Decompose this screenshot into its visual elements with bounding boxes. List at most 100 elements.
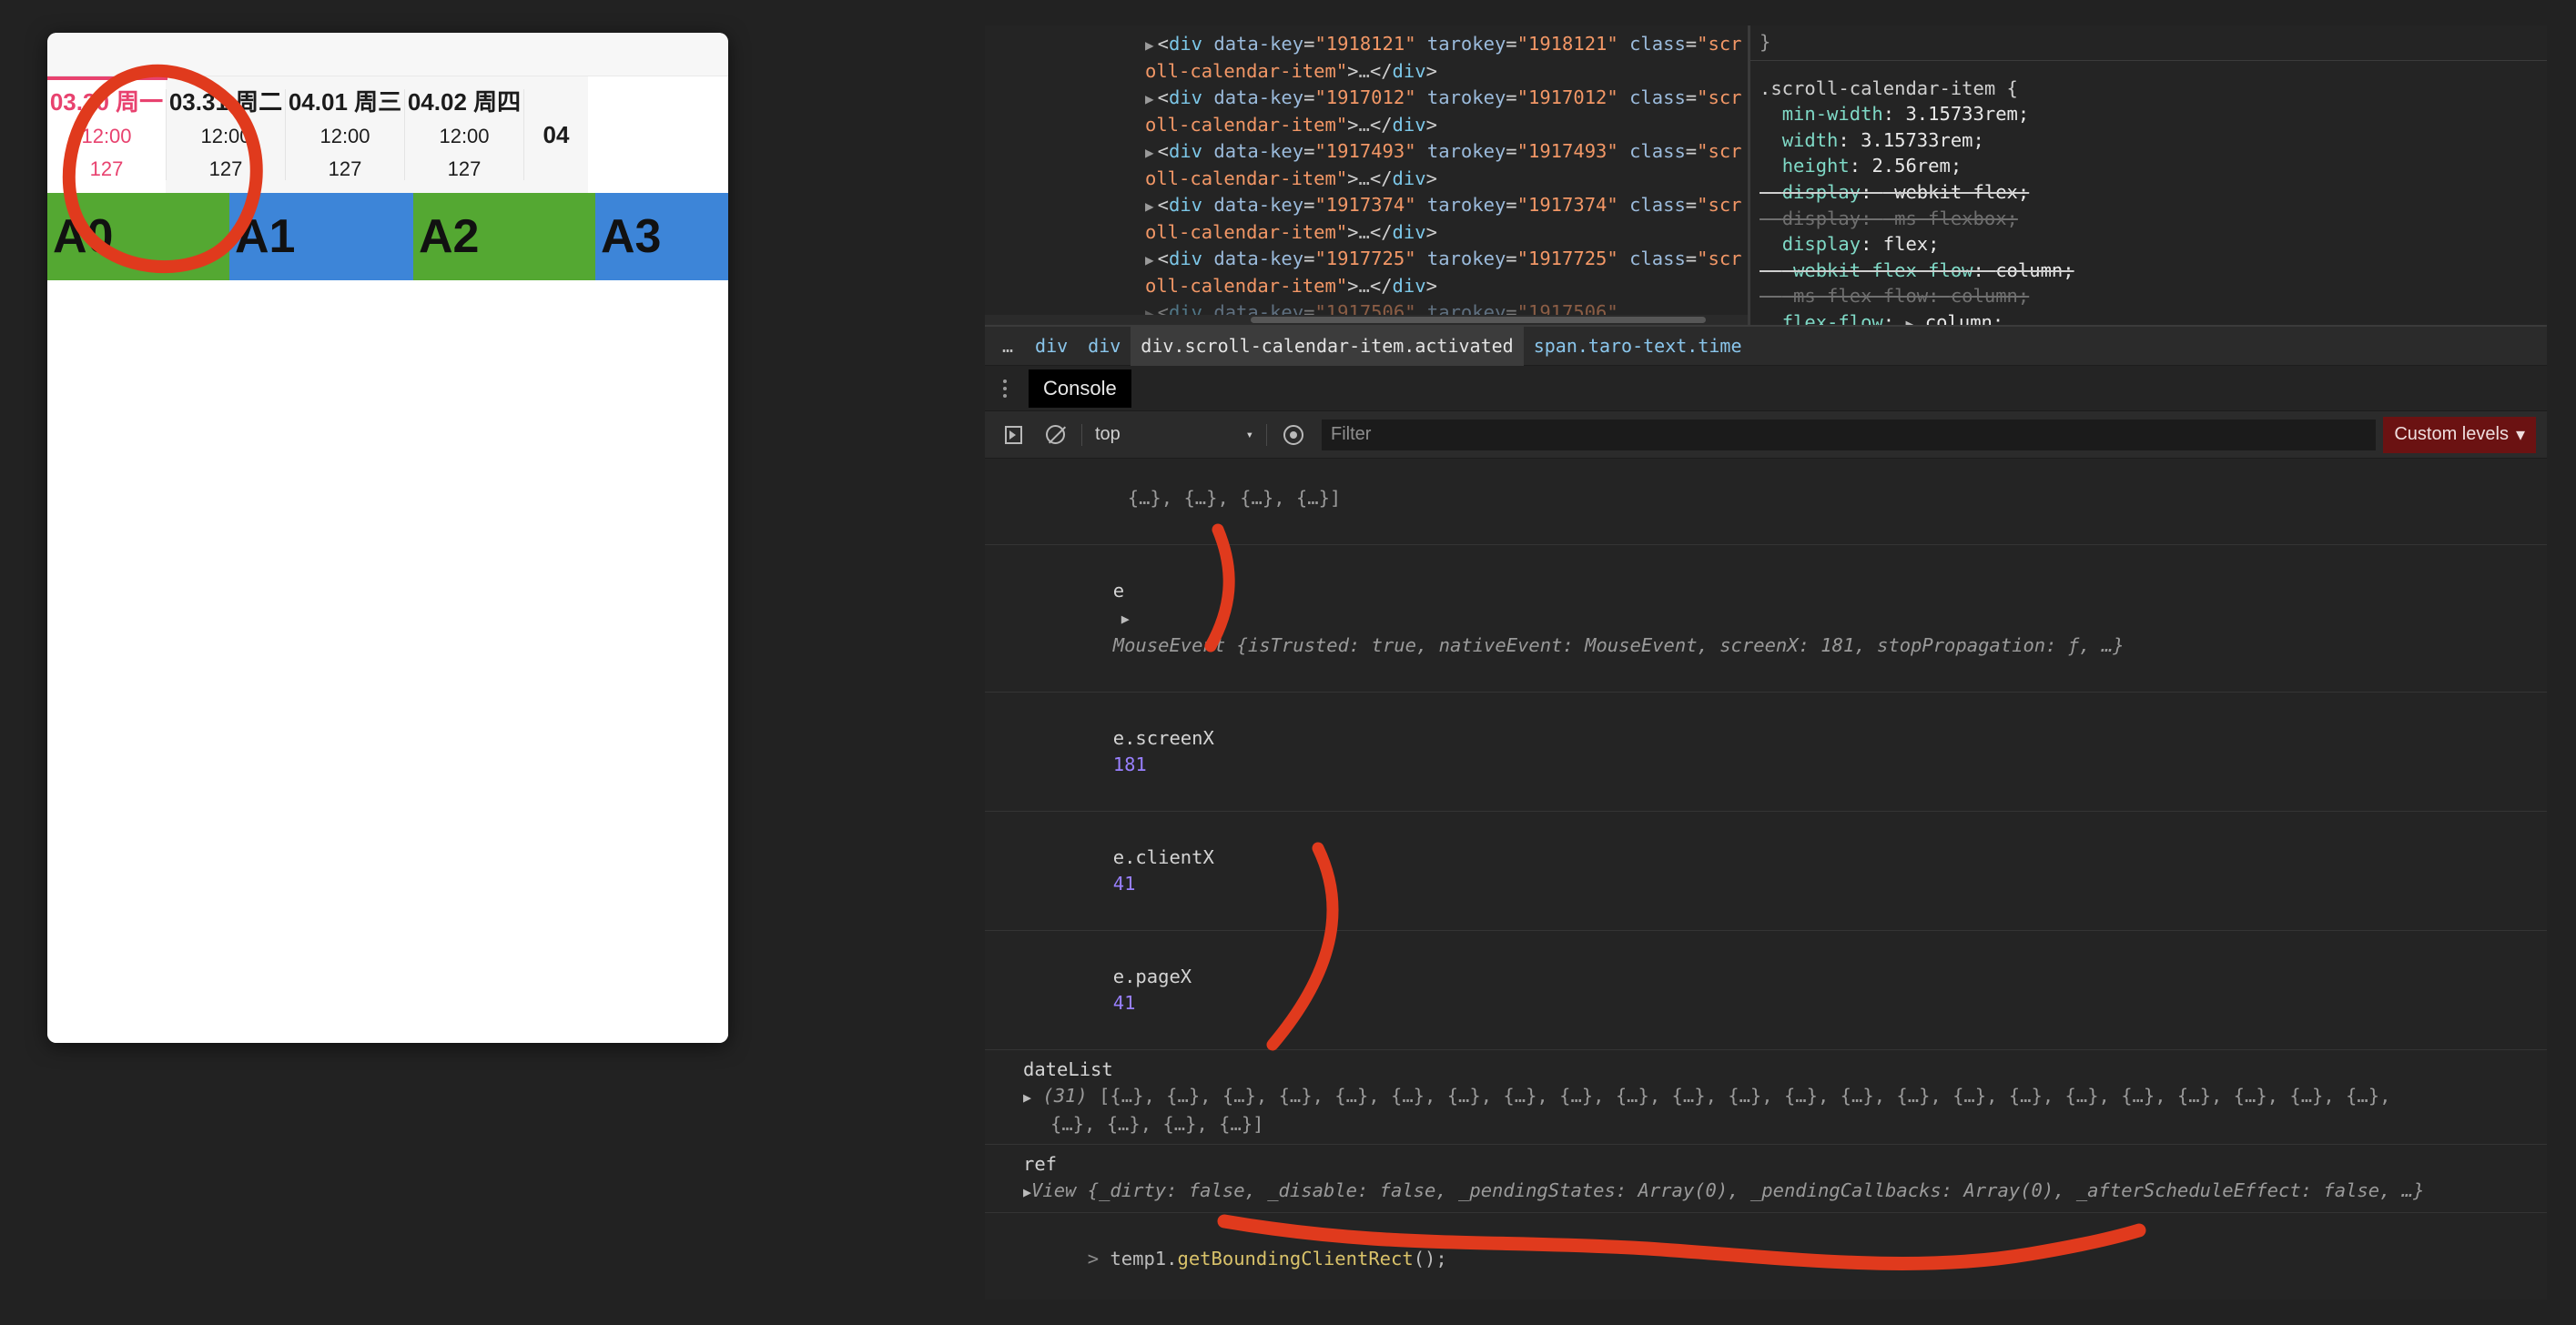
expand-triangle-icon[interactable]: ▶	[1145, 90, 1154, 107]
console-output[interactable]: {…}, {…}, {…}, {…}] e ▶ MouseEvent {isTr…	[985, 459, 2547, 1300]
breadcrumb-item-span[interactable]: span.taro-text.time	[1524, 326, 1752, 366]
css-declaration[interactable]: display: flex;	[1760, 231, 2547, 258]
preview-topbar	[47, 33, 728, 76]
activated-indicator-bar	[47, 76, 167, 80]
calendar-item-price: 127	[89, 157, 124, 180]
dom-node-row[interactable]: ▶ <div data-key="1917374" tarokey="191737…	[985, 192, 1748, 246]
calendar-item-price: 127	[208, 157, 243, 180]
calendar-item-time: 12:00	[319, 125, 370, 147]
live-expression-name: e	[1112, 580, 1125, 602]
calendar-item-time: 12:00	[200, 125, 251, 147]
breadcrumb-overflow[interactable]: …	[992, 326, 1025, 366]
toolbar-divider	[1266, 423, 1267, 446]
css-selector[interactable]: .scroll-calendar-item {	[1760, 76, 2547, 102]
calendar-item-0[interactable]: 03.30 周一 12:00 127	[47, 76, 166, 193]
expand-triangle-icon[interactable]: ▶	[1113, 611, 1130, 627]
dom-node-row[interactable]: ▶ <div data-key="1917012" tarokey="191701…	[985, 85, 1748, 138]
expand-triangle-icon[interactable]: ▶	[1023, 1089, 1031, 1106]
live-expression-value: 181	[1112, 754, 1147, 775]
eye-icon	[1283, 424, 1303, 445]
css-declaration-overridden[interactable]: display: -webkit-flex;	[1760, 179, 2547, 206]
console-row-live-expression[interactable]: e.pageX 41	[985, 931, 2547, 1050]
color-block-row: A0 A1 A2 A3	[47, 193, 728, 280]
calendar-item-time: 12:00	[81, 125, 132, 147]
console-row-live-expression[interactable]: ref ▶View {_dirty: false, _disable: fals…	[985, 1145, 2547, 1213]
javascript-context-select[interactable]: top ▾	[1088, 420, 1261, 450]
breadcrumb-item-selected[interactable]: div.scroll-calendar-item.activated	[1131, 326, 1524, 366]
live-expression-value: MouseEvent {isTrusted: true, nativeEvent…	[1112, 634, 2125, 656]
calendar-item-date: 03.30 周一	[49, 88, 164, 116]
breadcrumb-item-div[interactable]: div	[1078, 326, 1131, 366]
css-declaration-overridden[interactable]: display: -ms-flexbox;	[1760, 206, 2547, 232]
color-block-label: A2	[419, 210, 480, 263]
log-levels-dropdown[interactable]: Custom levels ▾	[2383, 416, 2536, 453]
dom-horizontal-scrollbar[interactable]	[985, 315, 1748, 325]
input-method: getBoundingClientRect	[1177, 1248, 1414, 1269]
console-row-continuation: {…}, {…}, {…}, {…}]	[985, 459, 2547, 545]
calendar-item-price: 127	[447, 157, 482, 180]
array-preview-cont: {…}, {…}, {…}, {…}]	[1050, 1113, 1264, 1135]
calendar-item-date: 04.02 周四	[407, 88, 522, 116]
scroll-calendar-strip[interactable]: 03.30 周一 12:00 127 03.31 周二 12:00 127 04…	[47, 76, 728, 193]
console-filter-input[interactable]: Filter	[1322, 419, 2377, 450]
expand-triangle-icon[interactable]: ▶	[1145, 251, 1154, 268]
dom-node-row[interactable]: ▶ <div data-key="1917493" tarokey="191749…	[985, 138, 1748, 192]
css-declaration[interactable]: height: 2.56rem;	[1760, 153, 2547, 179]
calendar-item-date: 03.31 周二	[168, 88, 283, 116]
styles-rule-divider	[1750, 60, 2547, 61]
console-toolbar[interactable]: top ▾ Filter Custom levels ▾	[985, 411, 2547, 459]
chevron-down-icon: ▾	[2515, 425, 2525, 445]
console-sidebar-toggle-button[interactable]	[992, 411, 1034, 459]
console-sidebar-icon	[1004, 425, 1022, 444]
expand-triangle-icon[interactable]: ▶	[1145, 197, 1154, 215]
expand-triangle-icon[interactable]: ▶	[1905, 316, 1913, 325]
dom-node-row[interactable]: ▶ <div data-key="1917725" tarokey="191772…	[985, 246, 1748, 299]
live-expression-name: e.pageX	[1112, 966, 1192, 987]
console-row-live-expression[interactable]: e.screenX 181	[985, 693, 2547, 812]
preview-content-area	[47, 280, 728, 1043]
dom-node-row[interactable]: ▶ <div data-key="1918121" tarokey="191812…	[985, 31, 1748, 85]
styles-pane[interactable]: } .scroll-calendar-item { min-width: 3.1…	[1750, 25, 2547, 325]
css-declaration[interactable]: width: 3.15733rem;	[1760, 127, 2547, 154]
chevron-down-icon: ▾	[1245, 427, 1253, 442]
console-row-live-expression[interactable]: dateList ▶ (31) [{…}, {…}, {…}, {…}, {…}…	[985, 1050, 2547, 1145]
console-row-live-expression[interactable]: e ▶ MouseEvent {isTrusted: true, nativeE…	[985, 545, 2547, 693]
css-prev-close: }	[1760, 31, 1771, 53]
color-block-a0: A0	[47, 193, 229, 280]
console-row-live-expression[interactable]: e.clientX 41	[985, 812, 2547, 931]
expand-triangle-icon[interactable]: ▶	[1145, 36, 1154, 54]
object-preview: View {_dirty: false, _disable: false, _p…	[1031, 1179, 2425, 1201]
css-declaration-overridden[interactable]: -webkit-flex-flow: column;	[1760, 258, 2547, 284]
calendar-item-2[interactable]: 04.01 周三 12:00 127	[286, 76, 404, 193]
calendar-item-1[interactable]: 03.31 周二 12:00 127	[167, 76, 285, 193]
expand-triangle-icon[interactable]: ▶	[1023, 1184, 1031, 1200]
dom-scroll-thumb[interactable]	[1251, 317, 1706, 323]
console-row-input[interactable]: > temp1.getBoundingClientRect();	[985, 1213, 2547, 1300]
breadcrumb[interactable]: … div div div.scroll-calendar-item.activ…	[985, 326, 2547, 366]
toolbar-divider	[1081, 423, 1082, 446]
mobile-preview-window: 03.30 周一 12:00 127 03.31 周二 12:00 127 04…	[47, 33, 728, 1043]
clear-console-button[interactable]	[1034, 411, 1076, 459]
live-expression-name: ref	[1023, 1153, 1058, 1175]
elements-dom-tree[interactable]: ▶ <div data-key="1918121" tarokey="191812…	[985, 25, 1748, 325]
color-block-label: A3	[601, 210, 662, 263]
color-block-a1: A1	[229, 193, 413, 280]
css-declaration[interactable]: min-width: 3.15733rem;	[1760, 101, 2547, 127]
screenshot-root: 03.30 周一 12:00 127 03.31 周二 12:00 127 04…	[0, 0, 2576, 1325]
live-expression-button[interactable]	[1273, 411, 1314, 459]
css-declaration-overridden[interactable]: -ms-flex-flow: column;	[1760, 283, 2547, 309]
calendar-item-4[interactable]: 04	[524, 76, 588, 193]
calendar-item-3[interactable]: 04.02 周四 12:00 127	[405, 76, 523, 193]
css-declaration[interactable]: flex-flow: ▶ column;	[1760, 309, 2547, 325]
input-object: temp1	[1110, 1248, 1167, 1269]
calendar-item-date: 04	[543, 121, 570, 148]
drawer-tab-row[interactable]: Console	[985, 366, 2547, 411]
live-expression-value: 41	[1112, 873, 1136, 895]
breadcrumb-item-div[interactable]: div	[1025, 326, 1078, 366]
devtools-panel: ▶ <div data-key="1918121" tarokey="191812…	[985, 25, 2547, 1300]
tab-console[interactable]: Console	[1029, 369, 1131, 408]
expand-triangle-icon[interactable]: ▶	[1145, 144, 1154, 161]
input-chevron-icon: >	[1087, 1248, 1111, 1269]
devtools-upper: ▶ <div data-key="1918121" tarokey="191812…	[985, 25, 2547, 326]
more-options-icon[interactable]	[985, 379, 1025, 398]
